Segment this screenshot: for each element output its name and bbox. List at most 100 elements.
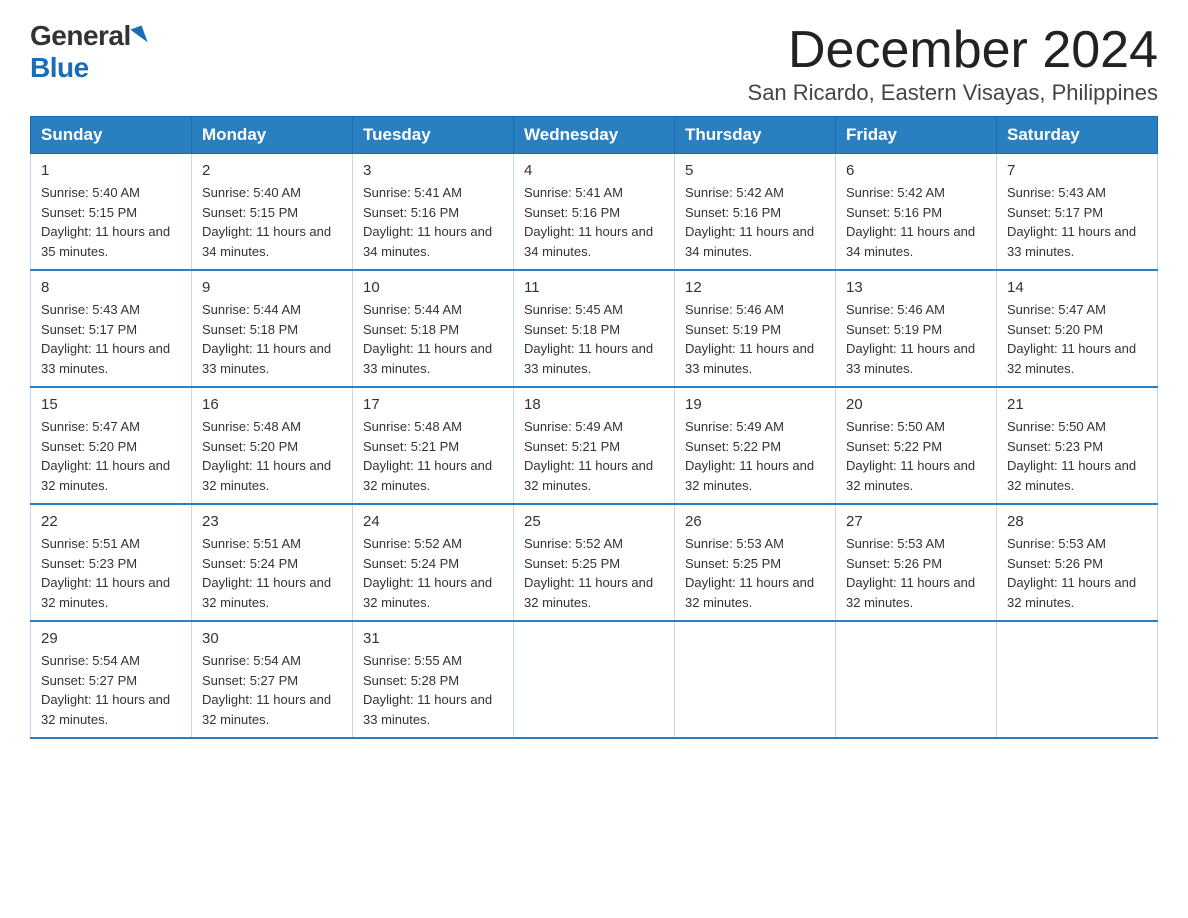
day-info: Sunrise: 5:41 AMSunset: 5:16 PMDaylight:… — [524, 183, 664, 261]
calendar-cell: 16Sunrise: 5:48 AMSunset: 5:20 PMDayligh… — [192, 387, 353, 504]
day-info: Sunrise: 5:51 AMSunset: 5:24 PMDaylight:… — [202, 534, 342, 612]
month-title: December 2024 — [748, 20, 1158, 80]
day-info: Sunrise: 5:43 AMSunset: 5:17 PMDaylight:… — [1007, 183, 1147, 261]
col-thursday: Thursday — [675, 117, 836, 154]
calendar-cell: 26 Sunrise: 5:53 AMSunset: 5:25 PMDayligh… — [675, 504, 836, 621]
day-number: 23 — [202, 513, 342, 530]
day-info: Sunrise: 5:50 AMSunset: 5:22 PMDaylight:… — [846, 417, 986, 495]
col-saturday: Saturday — [997, 117, 1158, 154]
day-info: Sunrise: 5:51 AMSunset: 5:23 PMDaylight:… — [41, 534, 181, 612]
day-number: 19 — [685, 396, 825, 413]
calendar-week-row: 29 Sunrise: 5:54 AMSunset: 5:27 PMDayligh… — [31, 621, 1158, 738]
calendar-cell: 22 Sunrise: 5:51 AMSunset: 5:23 PMDayligh… — [31, 504, 192, 621]
day-number: 8 — [41, 279, 181, 296]
day-number: 3 — [363, 162, 503, 179]
day-info: Sunrise: 5:45 AMSunset: 5:18 PMDaylight:… — [524, 300, 664, 378]
calendar-week-row: 15 Sunrise: 5:47 AMSunset: 5:20 PMDayligh… — [31, 387, 1158, 504]
day-info: Sunrise: 5:52 AMSunset: 5:24 PMDaylight:… — [363, 534, 503, 612]
calendar-cell — [836, 621, 997, 738]
day-number: 21 — [1007, 396, 1147, 413]
calendar-cell: 17Sunrise: 5:48 AMSunset: 5:21 PMDayligh… — [353, 387, 514, 504]
day-info: Sunrise: 5:49 AMSunset: 5:22 PMDaylight:… — [685, 417, 825, 495]
day-number: 24 — [363, 513, 503, 530]
calendar-cell: 28Sunrise: 5:53 AMSunset: 5:26 PMDayligh… — [997, 504, 1158, 621]
day-number: 17 — [363, 396, 503, 413]
day-number: 15 — [41, 396, 181, 413]
title-section: December 2024 San Ricardo, Eastern Visay… — [748, 20, 1158, 106]
day-number: 26 — [685, 513, 825, 530]
calendar-cell: 24 Sunrise: 5:52 AMSunset: 5:24 PMDayligh… — [353, 504, 514, 621]
day-info: Sunrise: 5:44 AMSunset: 5:18 PMDaylight:… — [363, 300, 503, 378]
calendar-cell: 12 Sunrise: 5:46 AMSunset: 5:19 PMDayligh… — [675, 270, 836, 387]
day-number: 29 — [41, 630, 181, 647]
day-number: 7 — [1007, 162, 1147, 179]
day-number: 20 — [846, 396, 986, 413]
day-number: 6 — [846, 162, 986, 179]
day-number: 16 — [202, 396, 342, 413]
day-info: Sunrise: 5:54 AMSunset: 5:27 PMDaylight:… — [202, 651, 342, 729]
day-number: 28 — [1007, 513, 1147, 530]
day-number: 18 — [524, 396, 664, 413]
calendar-cell: 21 Sunrise: 5:50 AMSunset: 5:23 PMDayligh… — [997, 387, 1158, 504]
day-info: Sunrise: 5:53 AMSunset: 5:26 PMDaylight:… — [846, 534, 986, 612]
calendar-cell: 4 Sunrise: 5:41 AMSunset: 5:16 PMDaylight… — [514, 154, 675, 271]
calendar-cell: 19 Sunrise: 5:49 AMSunset: 5:22 PMDayligh… — [675, 387, 836, 504]
day-info: Sunrise: 5:54 AMSunset: 5:27 PMDaylight:… — [41, 651, 181, 729]
day-number: 11 — [524, 279, 664, 296]
logo-arrow-icon — [130, 25, 147, 46]
location-title: San Ricardo, Eastern Visayas, Philippine… — [748, 80, 1158, 106]
day-info: Sunrise: 5:53 AMSunset: 5:25 PMDaylight:… — [685, 534, 825, 612]
calendar-cell: 13 Sunrise: 5:46 AMSunset: 5:19 PMDayligh… — [836, 270, 997, 387]
day-info: Sunrise: 5:52 AMSunset: 5:25 PMDaylight:… — [524, 534, 664, 612]
header-row: Sunday Monday Tuesday Wednesday Thursday… — [31, 117, 1158, 154]
day-info: Sunrise: 5:40 AMSunset: 5:15 PMDaylight:… — [202, 183, 342, 261]
day-number: 5 — [685, 162, 825, 179]
day-number: 13 — [846, 279, 986, 296]
day-number: 14 — [1007, 279, 1147, 296]
day-number: 1 — [41, 162, 181, 179]
calendar-cell: 20 Sunrise: 5:50 AMSunset: 5:22 PMDayligh… — [836, 387, 997, 504]
day-number: 22 — [41, 513, 181, 530]
calendar-cell: 31Sunrise: 5:55 AMSunset: 5:28 PMDayligh… — [353, 621, 514, 738]
logo-blue-text: Blue — [30, 52, 89, 84]
calendar-cell: 3 Sunrise: 5:41 AMSunset: 5:16 PMDaylight… — [353, 154, 514, 271]
day-info: Sunrise: 5:40 AMSunset: 5:15 PMDaylight:… — [41, 183, 181, 261]
calendar-cell: 18 Sunrise: 5:49 AMSunset: 5:21 PMDayligh… — [514, 387, 675, 504]
calendar-cell — [514, 621, 675, 738]
calendar-cell: 1 Sunrise: 5:40 AMSunset: 5:15 PMDaylight… — [31, 154, 192, 271]
day-number: 9 — [202, 279, 342, 296]
calendar-cell — [675, 621, 836, 738]
day-number: 25 — [524, 513, 664, 530]
calendar-header: Sunday Monday Tuesday Wednesday Thursday… — [31, 117, 1158, 154]
calendar-body: 1 Sunrise: 5:40 AMSunset: 5:15 PMDaylight… — [31, 154, 1158, 739]
day-info: Sunrise: 5:50 AMSunset: 5:23 PMDaylight:… — [1007, 417, 1147, 495]
calendar-cell: 10Sunrise: 5:44 AMSunset: 5:18 PMDayligh… — [353, 270, 514, 387]
day-info: Sunrise: 5:47 AMSunset: 5:20 PMDaylight:… — [1007, 300, 1147, 378]
calendar-cell: 23 Sunrise: 5:51 AMSunset: 5:24 PMDayligh… — [192, 504, 353, 621]
col-monday: Monday — [192, 117, 353, 154]
day-info: Sunrise: 5:46 AMSunset: 5:19 PMDaylight:… — [846, 300, 986, 378]
day-info: Sunrise: 5:42 AMSunset: 5:16 PMDaylight:… — [846, 183, 986, 261]
day-info: Sunrise: 5:41 AMSunset: 5:16 PMDaylight:… — [363, 183, 503, 261]
day-number: 30 — [202, 630, 342, 647]
calendar-cell: 9Sunrise: 5:44 AMSunset: 5:18 PMDaylight… — [192, 270, 353, 387]
day-number: 4 — [524, 162, 664, 179]
day-info: Sunrise: 5:47 AMSunset: 5:20 PMDaylight:… — [41, 417, 181, 495]
calendar-cell: 6 Sunrise: 5:42 AMSunset: 5:16 PMDaylight… — [836, 154, 997, 271]
calendar-cell: 27 Sunrise: 5:53 AMSunset: 5:26 PMDayligh… — [836, 504, 997, 621]
day-info: Sunrise: 5:46 AMSunset: 5:19 PMDaylight:… — [685, 300, 825, 378]
day-number: 27 — [846, 513, 986, 530]
calendar-cell: 2 Sunrise: 5:40 AMSunset: 5:15 PMDaylight… — [192, 154, 353, 271]
calendar-cell: 14 Sunrise: 5:47 AMSunset: 5:20 PMDayligh… — [997, 270, 1158, 387]
day-number: 2 — [202, 162, 342, 179]
calendar-cell: 29 Sunrise: 5:54 AMSunset: 5:27 PMDayligh… — [31, 621, 192, 738]
col-wednesday: Wednesday — [514, 117, 675, 154]
calendar-week-row: 22 Sunrise: 5:51 AMSunset: 5:23 PMDayligh… — [31, 504, 1158, 621]
day-number: 12 — [685, 279, 825, 296]
day-info: Sunrise: 5:42 AMSunset: 5:16 PMDaylight:… — [685, 183, 825, 261]
calendar-table: Sunday Monday Tuesday Wednesday Thursday… — [30, 116, 1158, 739]
day-info: Sunrise: 5:43 AMSunset: 5:17 PMDaylight:… — [41, 300, 181, 378]
page-header: General Blue December 2024 San Ricardo, … — [30, 20, 1158, 106]
logo: General Blue — [30, 20, 145, 84]
day-info: Sunrise: 5:49 AMSunset: 5:21 PMDaylight:… — [524, 417, 664, 495]
